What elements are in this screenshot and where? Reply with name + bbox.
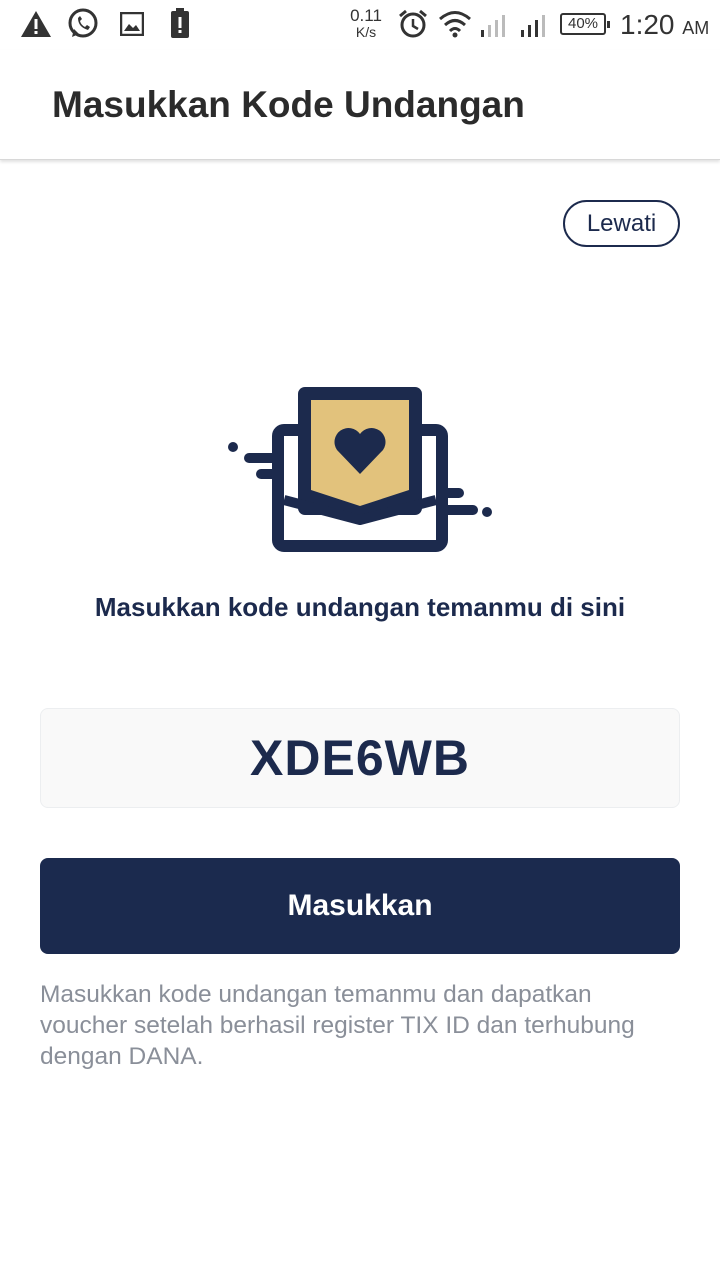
submit-button[interactable]: Masukkan [40, 858, 680, 954]
wifi-icon [439, 11, 471, 38]
clock-ampm: AM [682, 18, 710, 38]
net-speed-value: 0.11 [350, 6, 382, 25]
net-speed-unit: K/s [355, 24, 377, 40]
app-bar: Masukkan Kode Undangan [0, 50, 720, 160]
prompt-text: Masukkan kode undangan temanmu di sini [94, 592, 626, 622]
battery-alert-icon [171, 8, 189, 38]
whatsapp-icon [68, 8, 98, 38]
alarm-icon [399, 9, 427, 38]
info-text: Masukkan kode undangan temanmu dan dapat… [40, 981, 635, 1070]
skip-button[interactable]: Lewati [563, 200, 680, 247]
invite-code-input[interactable] [40, 708, 680, 808]
signal-icon [521, 15, 545, 37]
clock-time: 1:20 [620, 9, 675, 40]
image-icon [120, 12, 144, 36]
status-bar: 0.11 K/s 40% 1:20 AM [0, 0, 720, 50]
clock: 1:20 AM [620, 9, 709, 41]
signal-icon [481, 15, 505, 37]
envelope-heart-icon [228, 387, 492, 552]
warning-icon [21, 11, 51, 37]
net-speed: 0.11 K/s [346, 6, 386, 40]
page-title: Masukkan Kode Undangan [52, 84, 525, 125]
battery-indicator: 40% [560, 13, 610, 35]
